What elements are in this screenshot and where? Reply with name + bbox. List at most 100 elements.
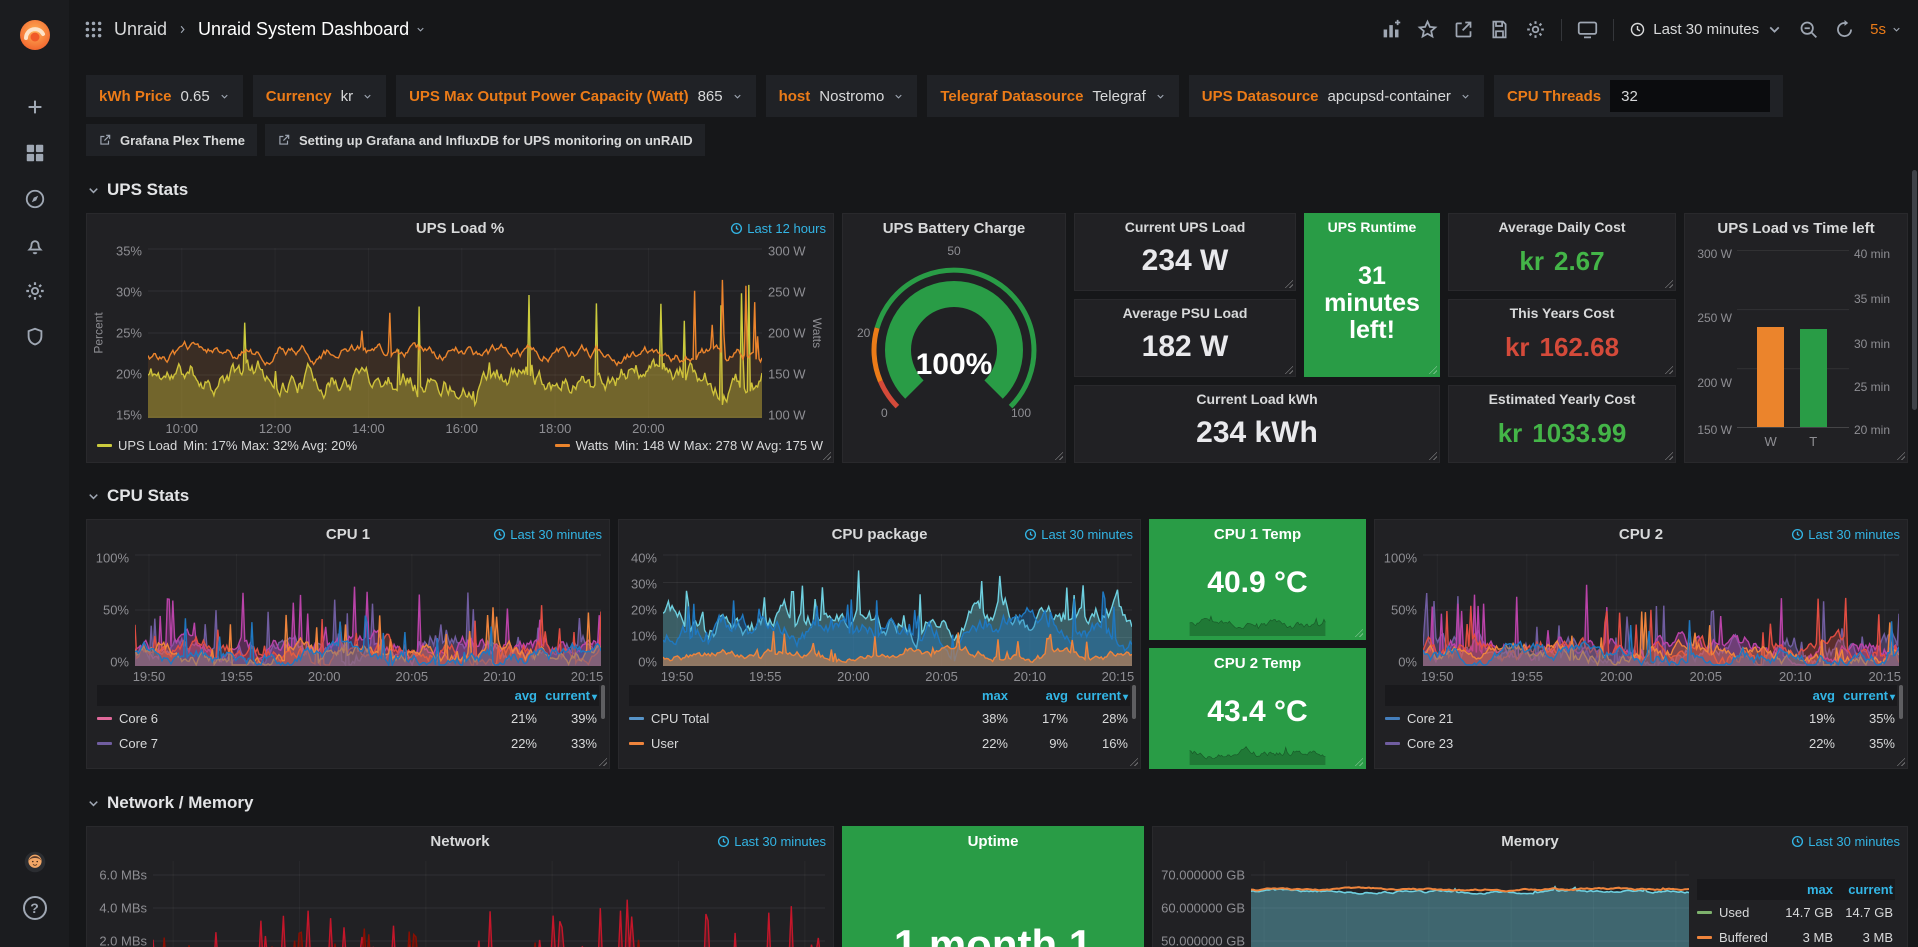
legend-row[interactable]: Buffered 3 MB 3 MB — [1697, 925, 1895, 947]
dashboard-link-plex-theme[interactable]: Grafana Plex Theme — [86, 124, 257, 156]
legend-scrollbar[interactable] — [1899, 685, 1903, 719]
legend-header[interactable]: max avg current▾ — [629, 685, 1130, 706]
legend-item[interactable]: Watts Min: 148 W Max: 278 W Avg: 175 W — [555, 438, 823, 453]
create-icon[interactable] — [12, 84, 58, 130]
panel-time-range[interactable]: Last 30 minutes — [1791, 527, 1900, 542]
page-scrollbar[interactable] — [1912, 170, 1917, 410]
legend-row[interactable]: Used 14.7 GB 14.7 GB — [1697, 900, 1895, 925]
panel-time-label: Last 30 minutes — [510, 527, 602, 542]
share-icon[interactable] — [1453, 19, 1474, 40]
legend-header[interactable]: avg current▾ — [97, 685, 599, 706]
legend-row[interactable]: CPU Total 38% 17% 28% — [629, 706, 1130, 731]
panel-header[interactable]: UPS Load vs Time left — [1685, 214, 1907, 242]
variable-label: Currency — [266, 88, 332, 105]
panel-header[interactable]: Average Daily Cost — [1449, 214, 1675, 240]
bars-chart[interactable]: 300 W 250 W 200 W 150 W W T 40 min — [1685, 242, 1907, 454]
panel-header[interactable]: This Years Cost — [1449, 300, 1675, 326]
explore-icon[interactable] — [12, 176, 58, 222]
refresh-icon[interactable] — [1834, 19, 1855, 40]
panel-time-range[interactable]: Last 30 minutes — [1024, 527, 1133, 542]
legend-row[interactable]: Core 7 22% 33% — [97, 731, 599, 756]
dashboard-title[interactable]: Unraid System Dashboard — [198, 19, 426, 40]
navbar: Unraid Unraid System Dashboard — [69, 0, 1918, 59]
dashboards-icon[interactable] — [12, 130, 58, 176]
help-icon[interactable]: ? — [12, 885, 58, 931]
panel-header[interactable]: CPU 2 Temp — [1150, 649, 1365, 677]
section-title: UPS Stats — [107, 180, 188, 200]
breadcrumb-app[interactable]: Unraid — [114, 19, 167, 40]
legend-row[interactable]: Core 21 19% 35% — [1385, 706, 1897, 731]
cpu-threads-input[interactable] — [1610, 80, 1770, 112]
refresh-interval-dropdown[interactable]: 5s — [1870, 21, 1902, 38]
panel-time-range[interactable]: Last 12 hours — [730, 221, 826, 236]
panel-header[interactable]: Average PSU Load — [1075, 300, 1295, 326]
server-admin-icon[interactable] — [12, 314, 58, 360]
user-avatar[interactable] — [12, 839, 58, 885]
panel-header[interactable]: Current Load kWh — [1075, 386, 1439, 412]
legend-row[interactable]: User 22% 9% 16% — [629, 731, 1130, 756]
ups-load-graph[interactable]: 10:00 12:00 14:00 16:00 18:00 20:00 — [148, 248, 762, 418]
panel-header[interactable]: Network Last 30 minutes — [87, 827, 833, 855]
panel-header[interactable]: CPU package Last 30 minutes — [619, 520, 1140, 548]
legend-scrollbar[interactable] — [1132, 685, 1136, 719]
panel-header[interactable]: UPS Runtime — [1305, 214, 1439, 240]
legend-row[interactable]: Core 23 22% 35% — [1385, 731, 1897, 756]
panel-header[interactable]: Uptime — [843, 827, 1143, 855]
network-graph[interactable] — [153, 861, 825, 947]
tv-mode-icon[interactable] — [1577, 19, 1598, 40]
bar-watts[interactable] — [1757, 327, 1784, 427]
panel-header[interactable]: UPS Battery Charge — [843, 214, 1065, 242]
panel-header[interactable]: Estimated Yearly Cost — [1449, 386, 1675, 412]
variable-host[interactable]: host Nostromo — [766, 75, 918, 117]
panel-time-range[interactable]: Last 30 minutes — [1791, 834, 1900, 849]
variable-ups-datasource[interactable]: UPS Datasource apcupsd-container — [1189, 75, 1484, 117]
panel-time-label: Last 30 minutes — [1808, 527, 1900, 542]
dashboard-settings-icon[interactable] — [1525, 19, 1546, 40]
zoom-out-icon[interactable] — [1798, 19, 1819, 40]
variable-kwh-price[interactable]: kWh Price 0.65 — [86, 75, 243, 117]
panel-header[interactable]: CPU 1 Temp — [1150, 520, 1365, 548]
section-cpu-stats[interactable]: CPU Stats — [86, 486, 1908, 506]
variable-value: 865 — [698, 88, 723, 105]
memory-graph[interactable] — [1251, 861, 1689, 947]
variable-ups-max-power[interactable]: UPS Max Output Power Capacity (Watt) 865 — [396, 75, 756, 117]
panel-header[interactable]: CPU 1 Last 30 minutes — [87, 520, 609, 548]
panel-time-range[interactable]: Last 30 minutes — [493, 527, 602, 542]
legend-swatch — [1385, 717, 1400, 720]
cpu-package-graph[interactable]: 19:50 19:55 20:00 20:05 20:10 20:15 — [663, 554, 1132, 666]
panel-header[interactable]: Current UPS Load — [1075, 214, 1295, 240]
apps-grid-icon[interactable] — [83, 19, 104, 40]
variable-cpu-threads: CPU Threads — [1494, 75, 1783, 117]
save-icon[interactable] — [1489, 19, 1510, 40]
legend-item[interactable]: UPS Load Min: 17% Max: 32% Avg: 20% — [97, 438, 357, 453]
sort-caret-icon: ▾ — [1890, 692, 1895, 703]
sort-caret-icon: ▾ — [592, 692, 597, 703]
alerting-icon[interactable] — [12, 222, 58, 268]
panel-header[interactable]: Memory Last 30 minutes — [1153, 827, 1907, 855]
cpu1-graph[interactable]: 19:50 19:55 20:00 20:05 20:10 20:15 — [135, 554, 601, 666]
caret-down-icon — [893, 91, 904, 102]
section-network-memory[interactable]: Network / Memory — [86, 793, 1908, 813]
variable-telegraf-datasource[interactable]: Telegraf Datasource Telegraf — [927, 75, 1178, 117]
panel-title: Average PSU Load — [1123, 305, 1248, 321]
panel-title: CPU package — [832, 526, 928, 543]
time-range-picker[interactable]: Last 30 minutes — [1629, 21, 1783, 38]
bar-time-left[interactable] — [1800, 329, 1827, 427]
configuration-icon[interactable] — [12, 268, 58, 314]
dashboard-link-ups-guide[interactable]: Setting up Grafana and InfluxDB for UPS … — [265, 124, 705, 156]
legend-header[interactable]: avg current▾ — [1385, 685, 1897, 706]
panel-header[interactable]: UPS Load % Last 12 hours — [87, 214, 833, 242]
variable-currency[interactable]: Currency kr — [253, 75, 386, 117]
battery-gauge[interactable]: 0 20 50 100 100% — [859, 248, 1049, 448]
grafana-logo[interactable] — [12, 12, 58, 58]
section-ups-stats[interactable]: UPS Stats — [86, 180, 1908, 200]
stat-value: 31 minutes left! — [1305, 240, 1439, 376]
panel-time-range[interactable]: Last 30 minutes — [717, 834, 826, 849]
cpu2-graph[interactable]: 19:50 19:55 20:00 20:05 20:10 20:15 — [1423, 554, 1899, 666]
add-panel-icon[interactable] — [1381, 19, 1402, 40]
panel-header[interactable]: CPU 2 Last 30 minutes — [1375, 520, 1907, 548]
star-icon[interactable] — [1417, 19, 1438, 40]
legend-scrollbar[interactable] — [601, 685, 605, 719]
legend-row[interactable]: Core 6 21% 39% — [97, 706, 599, 731]
legend-header[interactable]: max current — [1697, 879, 1895, 900]
